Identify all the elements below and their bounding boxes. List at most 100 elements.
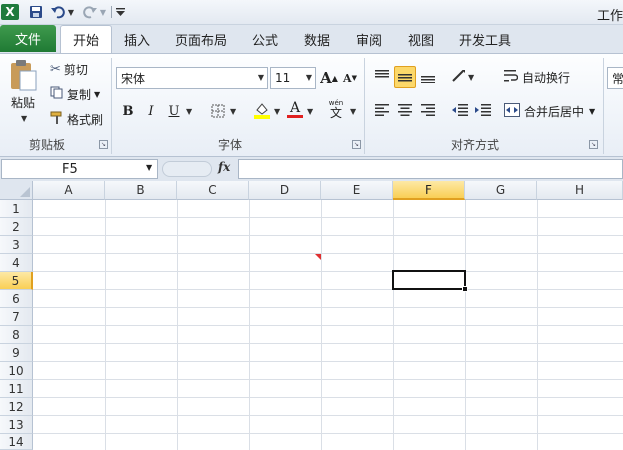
excel-app-icon[interactable]: X bbox=[1, 4, 19, 20]
alignment-group-label: 对齐方式 bbox=[450, 138, 499, 152]
font-launcher-icon[interactable]: ↘ bbox=[352, 140, 361, 149]
font-name-dropdown-icon[interactable]: ▼ bbox=[258, 73, 264, 82]
select-all-button[interactable] bbox=[0, 181, 33, 200]
worksheet-grid[interactable]: A B C D E F G H 1 2 3 4 5 6 7 8 9 10 11 … bbox=[0, 181, 623, 450]
number-format-combo[interactable]: 常 bbox=[607, 67, 623, 89]
merge-center-dropdown-icon[interactable]: ▼ bbox=[589, 107, 595, 116]
font-size-dropdown-icon[interactable]: ▼ bbox=[306, 73, 312, 82]
column-header-c[interactable]: C bbox=[177, 181, 249, 200]
align-middle-icon[interactable] bbox=[394, 66, 416, 88]
decrease-indent-icon[interactable] bbox=[450, 100, 470, 120]
row-header-4[interactable]: 4 bbox=[0, 254, 33, 272]
row-header-1[interactable]: 1 bbox=[0, 200, 33, 218]
font-color-glyph: A bbox=[289, 99, 301, 116]
alignment-launcher-icon[interactable]: ↘ bbox=[589, 140, 598, 149]
column-header-d[interactable]: D bbox=[249, 181, 321, 200]
comment-indicator-icon[interactable] bbox=[315, 254, 321, 260]
paste-dropdown-icon[interactable]: ▼ bbox=[21, 114, 27, 123]
name-box-dropdown-icon[interactable]: ▼ bbox=[146, 163, 152, 172]
copy-button[interactable]: 复制 ▼ bbox=[50, 85, 100, 103]
shrink-font-button[interactable]: A ▼ bbox=[340, 68, 360, 88]
fill-handle[interactable] bbox=[462, 286, 468, 292]
row-header-12[interactable]: 12 bbox=[0, 398, 33, 416]
align-bottom-icon[interactable] bbox=[418, 67, 438, 87]
clipboard-launcher-icon[interactable]: ↘ bbox=[99, 140, 108, 149]
row-header-8[interactable]: 8 bbox=[0, 326, 33, 344]
tab-developer[interactable]: 开发工具 bbox=[453, 25, 517, 53]
underline-dropdown-icon[interactable]: ▼ bbox=[186, 107, 192, 116]
italic-button[interactable]: I bbox=[141, 101, 161, 121]
row-header-11[interactable]: 11 bbox=[0, 380, 33, 398]
name-box[interactable]: F5 bbox=[1, 159, 158, 179]
undo-icon[interactable] bbox=[50, 3, 66, 21]
cut-button[interactable]: ✂ 剪切 bbox=[50, 60, 88, 78]
row-header-9[interactable]: 9 bbox=[0, 344, 33, 362]
tab-view[interactable]: 视图 bbox=[401, 25, 441, 53]
name-box-value: F5 bbox=[62, 161, 78, 177]
merge-center-icon bbox=[504, 102, 520, 120]
paste-button[interactable]: 粘贴 bbox=[11, 94, 35, 111]
increase-indent-icon[interactable] bbox=[473, 100, 493, 120]
tab-home[interactable]: 开始 bbox=[60, 25, 112, 53]
tab-data[interactable]: 数据 bbox=[297, 25, 337, 53]
redo-dropdown-icon[interactable]: ▼ bbox=[99, 3, 107, 21]
underline-button[interactable]: U bbox=[164, 101, 184, 121]
format-painter-label: 格式刷 bbox=[67, 112, 104, 127]
merge-center-button[interactable]: 合并后居中 ▼ bbox=[504, 102, 595, 120]
formula-input[interactable] bbox=[238, 159, 623, 179]
wrap-text-label: 自动换行 bbox=[522, 70, 571, 85]
undo-dropdown-icon[interactable]: ▼ bbox=[67, 3, 75, 21]
align-right-icon[interactable] bbox=[418, 100, 438, 120]
font-size-combo[interactable]: 11 ▼ bbox=[270, 67, 316, 89]
row-header-13[interactable]: 13 bbox=[0, 416, 33, 434]
fill-color-dropdown-icon[interactable]: ▼ bbox=[274, 107, 280, 116]
font-color-icon[interactable]: A bbox=[285, 99, 305, 119]
tab-formulas[interactable]: 公式 bbox=[245, 25, 285, 53]
align-top-icon[interactable] bbox=[372, 66, 392, 86]
tab-page-layout[interactable]: 页面布局 bbox=[170, 25, 232, 53]
row-header-3[interactable]: 3 bbox=[0, 236, 33, 254]
column-header-g[interactable]: G bbox=[465, 181, 537, 200]
grid-line bbox=[33, 343, 623, 344]
row-header-6[interactable]: 6 bbox=[0, 290, 33, 308]
tab-insert[interactable]: 插入 bbox=[117, 25, 157, 53]
row-header-7[interactable]: 7 bbox=[0, 308, 33, 326]
bold-button[interactable]: B bbox=[118, 101, 138, 121]
column-header-h[interactable]: H bbox=[537, 181, 623, 200]
row-header-14[interactable]: 14 bbox=[0, 434, 33, 450]
phonetic-icon[interactable]: wén 文 bbox=[326, 99, 346, 119]
copy-dropdown-icon[interactable]: ▼ bbox=[94, 90, 100, 99]
font-name-combo[interactable]: 宋体 ▼ bbox=[116, 67, 268, 89]
grid-line bbox=[33, 217, 623, 218]
phonetic-dropdown-icon[interactable]: ▼ bbox=[350, 107, 356, 116]
column-header-e[interactable]: E bbox=[321, 181, 393, 200]
formula-bar-resize-handle[interactable] bbox=[162, 161, 212, 177]
align-center-icon[interactable] bbox=[395, 100, 415, 120]
redo-icon[interactable] bbox=[82, 3, 98, 21]
wrap-text-button[interactable]: 自动换行 bbox=[504, 68, 570, 86]
row-header-10[interactable]: 10 bbox=[0, 362, 33, 380]
align-left-icon[interactable] bbox=[372, 100, 392, 120]
insert-function-icon[interactable]: fx bbox=[218, 160, 230, 174]
tab-file[interactable]: 文件 bbox=[0, 25, 56, 52]
save-icon[interactable] bbox=[28, 3, 44, 21]
group-separator bbox=[111, 58, 112, 154]
borders-icon[interactable] bbox=[208, 101, 228, 121]
row-header-5[interactable]: 5 bbox=[0, 272, 33, 290]
fill-color-icon[interactable] bbox=[252, 100, 272, 120]
column-header-f[interactable]: F bbox=[393, 181, 465, 200]
format-painter-button[interactable]: 格式刷 bbox=[50, 110, 103, 128]
orientation-icon[interactable] bbox=[449, 66, 469, 86]
customize-qat-icon[interactable] bbox=[115, 3, 125, 21]
column-header-a[interactable]: A bbox=[33, 181, 105, 200]
active-cell-f5[interactable] bbox=[392, 270, 466, 290]
scissors-icon: ✂ bbox=[50, 61, 61, 77]
grow-font-button[interactable]: A ▲ bbox=[319, 68, 339, 88]
borders-dropdown-icon[interactable]: ▼ bbox=[230, 107, 236, 116]
orientation-dropdown-icon[interactable]: ▼ bbox=[468, 73, 474, 82]
paste-icon[interactable] bbox=[8, 58, 40, 92]
tab-review[interactable]: 审阅 bbox=[349, 25, 389, 53]
row-header-2[interactable]: 2 bbox=[0, 218, 33, 236]
font-color-dropdown-icon[interactable]: ▼ bbox=[307, 107, 313, 116]
column-header-b[interactable]: B bbox=[105, 181, 177, 200]
